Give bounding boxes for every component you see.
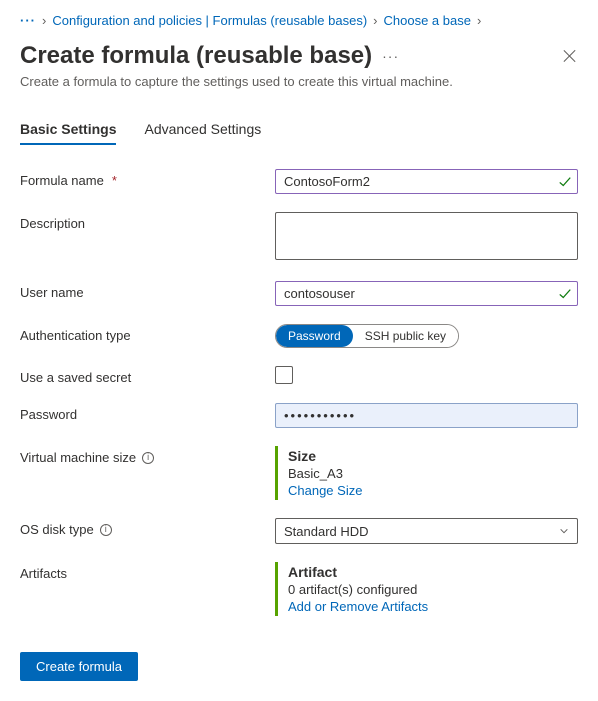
- tabs: Basic Settings Advanced Settings: [20, 117, 578, 145]
- label-password: Password: [20, 403, 275, 422]
- auth-type-toggle: Password SSH public key: [275, 324, 459, 348]
- label-formula-name: Formula name *: [20, 169, 275, 188]
- artifacts-heading: Artifact: [288, 564, 578, 580]
- change-size-link[interactable]: Change Size: [288, 483, 362, 498]
- label-vm-size: Virtual machine size i: [20, 446, 275, 465]
- chevron-right-icon: ›: [373, 13, 377, 28]
- label-text: OS disk type: [20, 522, 94, 537]
- os-disk-type-select[interactable]: Standard HDD: [275, 518, 578, 544]
- use-saved-secret-checkbox[interactable]: [275, 366, 293, 384]
- required-indicator: *: [112, 173, 117, 188]
- checkmark-icon: [558, 287, 572, 301]
- tab-advanced-settings[interactable]: Advanced Settings: [144, 117, 261, 145]
- label-text: Formula name: [20, 173, 104, 188]
- label-artifacts: Artifacts: [20, 562, 275, 581]
- label-user-name: User name: [20, 281, 275, 300]
- chevron-down-icon: [559, 526, 569, 536]
- breadcrumb: ··· › Configuration and policies | Formu…: [20, 8, 578, 32]
- checkmark-icon: [558, 175, 572, 189]
- label-auth-type: Authentication type: [20, 324, 275, 343]
- create-formula-button[interactable]: Create formula: [20, 652, 138, 681]
- breadcrumb-link-config[interactable]: Configuration and policies | Formulas (r…: [52, 13, 367, 28]
- vm-size-value: Basic_A3: [288, 466, 578, 481]
- os-disk-type-value: Standard HDD: [284, 524, 369, 539]
- info-icon[interactable]: i: [100, 524, 112, 536]
- formula-name-input[interactable]: [275, 169, 578, 194]
- chevron-right-icon: ›: [477, 13, 481, 28]
- description-input[interactable]: [275, 212, 578, 260]
- password-input[interactable]: [275, 403, 578, 428]
- label-description: Description: [20, 212, 275, 231]
- info-icon[interactable]: i: [142, 452, 154, 464]
- chevron-right-icon: ›: [42, 13, 46, 28]
- vm-size-heading: Size: [288, 448, 578, 464]
- artifacts-block: Artifact 0 artifact(s) configured Add or…: [275, 562, 578, 616]
- auth-type-option-ssh[interactable]: SSH public key: [353, 325, 458, 347]
- auth-type-option-password[interactable]: Password: [276, 325, 353, 347]
- label-os-disk-type: OS disk type i: [20, 518, 275, 537]
- label-text: Virtual machine size: [20, 450, 136, 465]
- breadcrumb-link-choose-base[interactable]: Choose a base: [384, 13, 471, 28]
- user-name-input[interactable]: [275, 281, 578, 306]
- label-use-saved-secret: Use a saved secret: [20, 366, 275, 385]
- page-subtitle: Create a formula to capture the settings…: [20, 74, 578, 89]
- vm-size-block: Size Basic_A3 Change Size: [275, 446, 578, 500]
- tab-basic-settings[interactable]: Basic Settings: [20, 117, 116, 145]
- add-remove-artifacts-link[interactable]: Add or Remove Artifacts: [288, 599, 428, 614]
- more-actions-icon[interactable]: ···: [382, 48, 399, 64]
- breadcrumb-overflow[interactable]: ···: [20, 13, 36, 28]
- close-icon[interactable]: [562, 48, 578, 64]
- page-title: Create formula (reusable base): [20, 42, 372, 70]
- artifacts-value: 0 artifact(s) configured: [288, 582, 578, 597]
